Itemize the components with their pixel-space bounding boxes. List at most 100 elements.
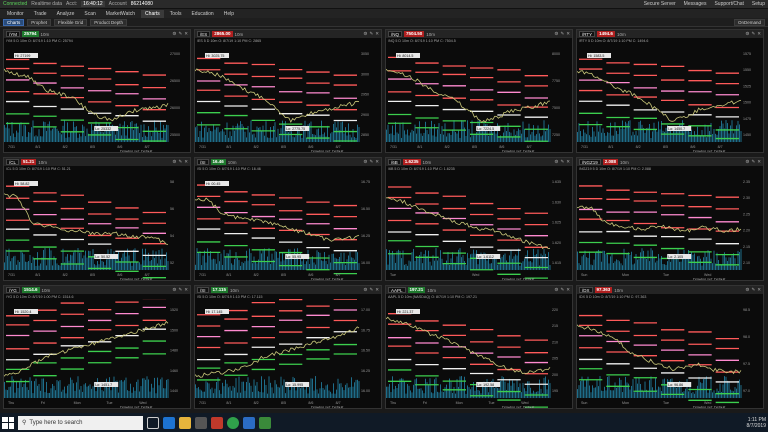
close-icon[interactable]: ✕	[757, 31, 761, 37]
style-icon[interactable]: ⚙	[172, 159, 176, 165]
style-icon[interactable]: ⚙	[172, 31, 176, 37]
drawings-icon[interactable]: ✎	[369, 159, 373, 165]
menu-charts[interactable]: Charts	[141, 9, 164, 18]
drawings-icon[interactable]: ✎	[751, 159, 755, 165]
symbol-field[interactable]: /6B	[388, 159, 401, 165]
chart-panel[interactable]: /6B 1.6235 10m ⚙ ✎ ✕ /6B 5 D 10m O: 8/7/…	[385, 157, 573, 281]
chart-panel[interactable]: /NGZ19 2.088 10m ⚙ ✎ ✕ /NGZ19 5 D 10m O:…	[576, 157, 764, 281]
folder-icon[interactable]	[179, 416, 191, 429]
menu-marketwatch[interactable]: MarketWatch	[102, 10, 139, 18]
messages-link[interactable]: Messages	[684, 1, 707, 7]
symbol-field[interactable]: /YM	[6, 31, 21, 37]
drawings-icon[interactable]: ✎	[178, 287, 182, 293]
symbol-field[interactable]: AAPL	[388, 287, 406, 293]
chart-panel[interactable]: /ES 2865.00 10m ⚙ ✎ ✕ /ES 5 D 10m O: 8/7…	[194, 29, 382, 153]
edge-icon[interactable]	[163, 416, 175, 429]
close-icon[interactable]: ✕	[375, 287, 379, 293]
chart-panel[interactable]: /RTY 1494.6 10m ⚙ ✎ ✕ /RTY 5 D 10m O: 8/…	[576, 29, 764, 153]
style-icon[interactable]: ⚙	[745, 287, 749, 293]
price-plot[interactable]: 16.75 16.50 16.25 16.00 7/31 8/1 8/2 8/5 8/6 8/7 H…	[195, 171, 381, 280]
ondemand-button[interactable]: OnDemand	[733, 18, 765, 26]
symbol-field[interactable]: /NQ	[388, 31, 403, 37]
drawings-icon[interactable]: ✎	[560, 159, 564, 165]
menu-tools[interactable]: Tools	[166, 10, 186, 18]
close-icon[interactable]: ✕	[184, 31, 188, 37]
close-icon[interactable]: ✕	[375, 159, 379, 165]
price-plot[interactable]: 220 215 210 205 200 195 Thu Fri Mon Tue Wed Hi: 221…	[386, 299, 572, 408]
price-plot[interactable]: 98.5 98.0 97.5 97.0 Sun Mon Tue Wed Lo: 96.86 Dra…	[577, 299, 763, 408]
price-plot[interactable]: 2.35 2.30 2.25 2.20 2.15 2.10 Sun Mon Tue Wed Lo: …	[577, 171, 763, 280]
menu-monitor[interactable]: Monitor	[3, 10, 28, 18]
task-view-icon[interactable]	[147, 416, 159, 429]
chart-panel[interactable]: AAPL 197.21 10m ⚙ ✎ ✕ AAPL 5 D 10m (NASD…	[385, 285, 573, 409]
timeframe-selector[interactable]: 10m	[41, 32, 50, 37]
chart-panel[interactable]: /CL 51.21 10m ⚙ ✎ ✕ /CL 5 D 10m O: 8/7/1…	[3, 157, 191, 281]
timeframe-selector[interactable]: 10m	[617, 32, 626, 37]
style-icon[interactable]: ⚙	[363, 31, 367, 37]
drawings-icon[interactable]: ✎	[560, 31, 564, 37]
menu-analyze[interactable]: Analyze	[53, 10, 79, 18]
drawings-icon[interactable]: ✎	[560, 287, 564, 293]
menu-education[interactable]: Education	[187, 10, 217, 18]
chart-panel[interactable]: /YM 25794 10m ⚙ ✎ ✕ /YM 5 D 10m O: 8/7/1…	[3, 29, 191, 153]
chart-panel[interactable]: /SI 17.115 10m ⚙ ✎ ✕ /SI 5 D 10m O: 8/7/…	[194, 285, 382, 409]
drawings-icon[interactable]: ✎	[751, 287, 755, 293]
tray-clock[interactable]: 1:11 PM 8/7/2019	[747, 417, 766, 429]
style-icon[interactable]: ⚙	[745, 159, 749, 165]
close-icon[interactable]: ✕	[375, 31, 379, 37]
timeframe-selector[interactable]: 10m	[42, 288, 51, 293]
store-icon[interactable]	[195, 416, 207, 429]
menu-trade[interactable]: Trade	[30, 10, 51, 18]
account-number[interactable]: 86214080	[131, 1, 153, 7]
product-depth-button[interactable]: Product Depth	[90, 18, 128, 26]
price-plot[interactable]: 58 56 54 52 7/31 8/1 8/2 8/5 8/6 8/7 Hi: 58.82 Lo: …	[4, 171, 190, 280]
symbol-field[interactable]: /SI	[197, 159, 209, 165]
setup-link[interactable]: Setup	[752, 1, 765, 7]
price-plot[interactable]: 1.635 1.630 1.625 1.620 1.615 Tue Wed Lo: 1.611…	[386, 171, 572, 280]
style-icon[interactable]: ⚙	[554, 31, 558, 37]
timeframe-selector[interactable]: 10m	[427, 288, 436, 293]
style-icon[interactable]: ⚙	[172, 287, 176, 293]
chart-panel[interactable]: /YG 1514.6 10m ⚙ ✎ ✕ /YG 5 D 10m O: 8/7/…	[3, 285, 191, 409]
style-icon[interactable]: ⚙	[554, 159, 558, 165]
flexible-grid-button[interactable]: Flexible Grid	[54, 18, 88, 26]
app-icon-red[interactable]	[211, 416, 223, 429]
menu-scan[interactable]: Scan	[80, 10, 99, 18]
close-icon[interactable]: ✕	[757, 159, 761, 165]
timeframe-selector[interactable]: 10m	[614, 288, 623, 293]
app-icon-green[interactable]	[259, 416, 271, 429]
price-plot[interactable]: 27000 26500 26000 25500 7/31 8/1 8/2 8/5 8/6 8/7 H…	[4, 43, 190, 152]
style-icon[interactable]: ⚙	[554, 287, 558, 293]
symbol-field[interactable]: /DX	[579, 287, 593, 293]
chrome-icon[interactable]	[227, 416, 239, 429]
timeframe-selector[interactable]: 10m	[423, 160, 432, 165]
drawings-icon[interactable]: ✎	[369, 287, 373, 293]
secure-server-link[interactable]: Secure Server	[644, 1, 676, 7]
menu-help[interactable]: Help	[220, 10, 238, 18]
symbol-field[interactable]: /NGZ19	[579, 159, 601, 165]
app-icon-blue[interactable]	[243, 416, 255, 429]
drawings-icon[interactable]: ✎	[369, 31, 373, 37]
timeframe-selector[interactable]: 10m	[38, 160, 47, 165]
timeframe-selector[interactable]: 10m	[228, 160, 237, 165]
timeframe-selector[interactable]: 10m	[620, 160, 629, 165]
support-chat-link[interactable]: Support/Chat	[714, 1, 743, 7]
timeframe-selector[interactable]: 10m	[230, 288, 239, 293]
price-plot[interactable]: 8000 7750 7500 7250 7/31 8/1 8/2 8/5 8/6 8/7 Hi: 8…	[386, 43, 572, 152]
price-plot[interactable]: 17.00 16.75 16.50 16.25 16.00 7/31 8/1 8/2 8/5 8/…	[195, 299, 381, 408]
chart-panel[interactable]: /DX 97.363 10m ⚙ ✎ ✕ /DX 5 D 10m O: 8/7/…	[576, 285, 764, 409]
close-icon[interactable]: ✕	[184, 159, 188, 165]
close-icon[interactable]: ✕	[566, 287, 570, 293]
price-plot[interactable]: 3050 3000 2950 2900 2850 7/31 8/1 8/2 8/5 8/6 8/7 H…	[195, 43, 381, 152]
symbol-field[interactable]: /ES	[197, 31, 211, 37]
price-plot[interactable]: 1575 1550 1525 1500 1475 1450 7/31 8/1 8/2 8/5 8/6…	[577, 43, 763, 152]
close-icon[interactable]: ✕	[184, 287, 188, 293]
symbol-field[interactable]: /YG	[6, 287, 20, 293]
chart-panel[interactable]: /NQ 7504.50 10m ⚙ ✎ ✕ /NQ 5 D 10m O: 8/7…	[385, 29, 573, 153]
windows-start-icon[interactable]	[2, 416, 14, 429]
close-icon[interactable]: ✕	[566, 159, 570, 165]
chart-panel[interactable]: /SI 16.46 10m ⚙ ✎ ✕ /SI 5 D 10m O: 8/7/1…	[194, 157, 382, 281]
style-icon[interactable]: ⚙	[363, 287, 367, 293]
drawings-icon[interactable]: ✎	[751, 31, 755, 37]
price-plot[interactable]: 1520 1500 1480 1460 1440 Thu Fri Mon Tue Wed Hi: 1…	[4, 299, 190, 408]
